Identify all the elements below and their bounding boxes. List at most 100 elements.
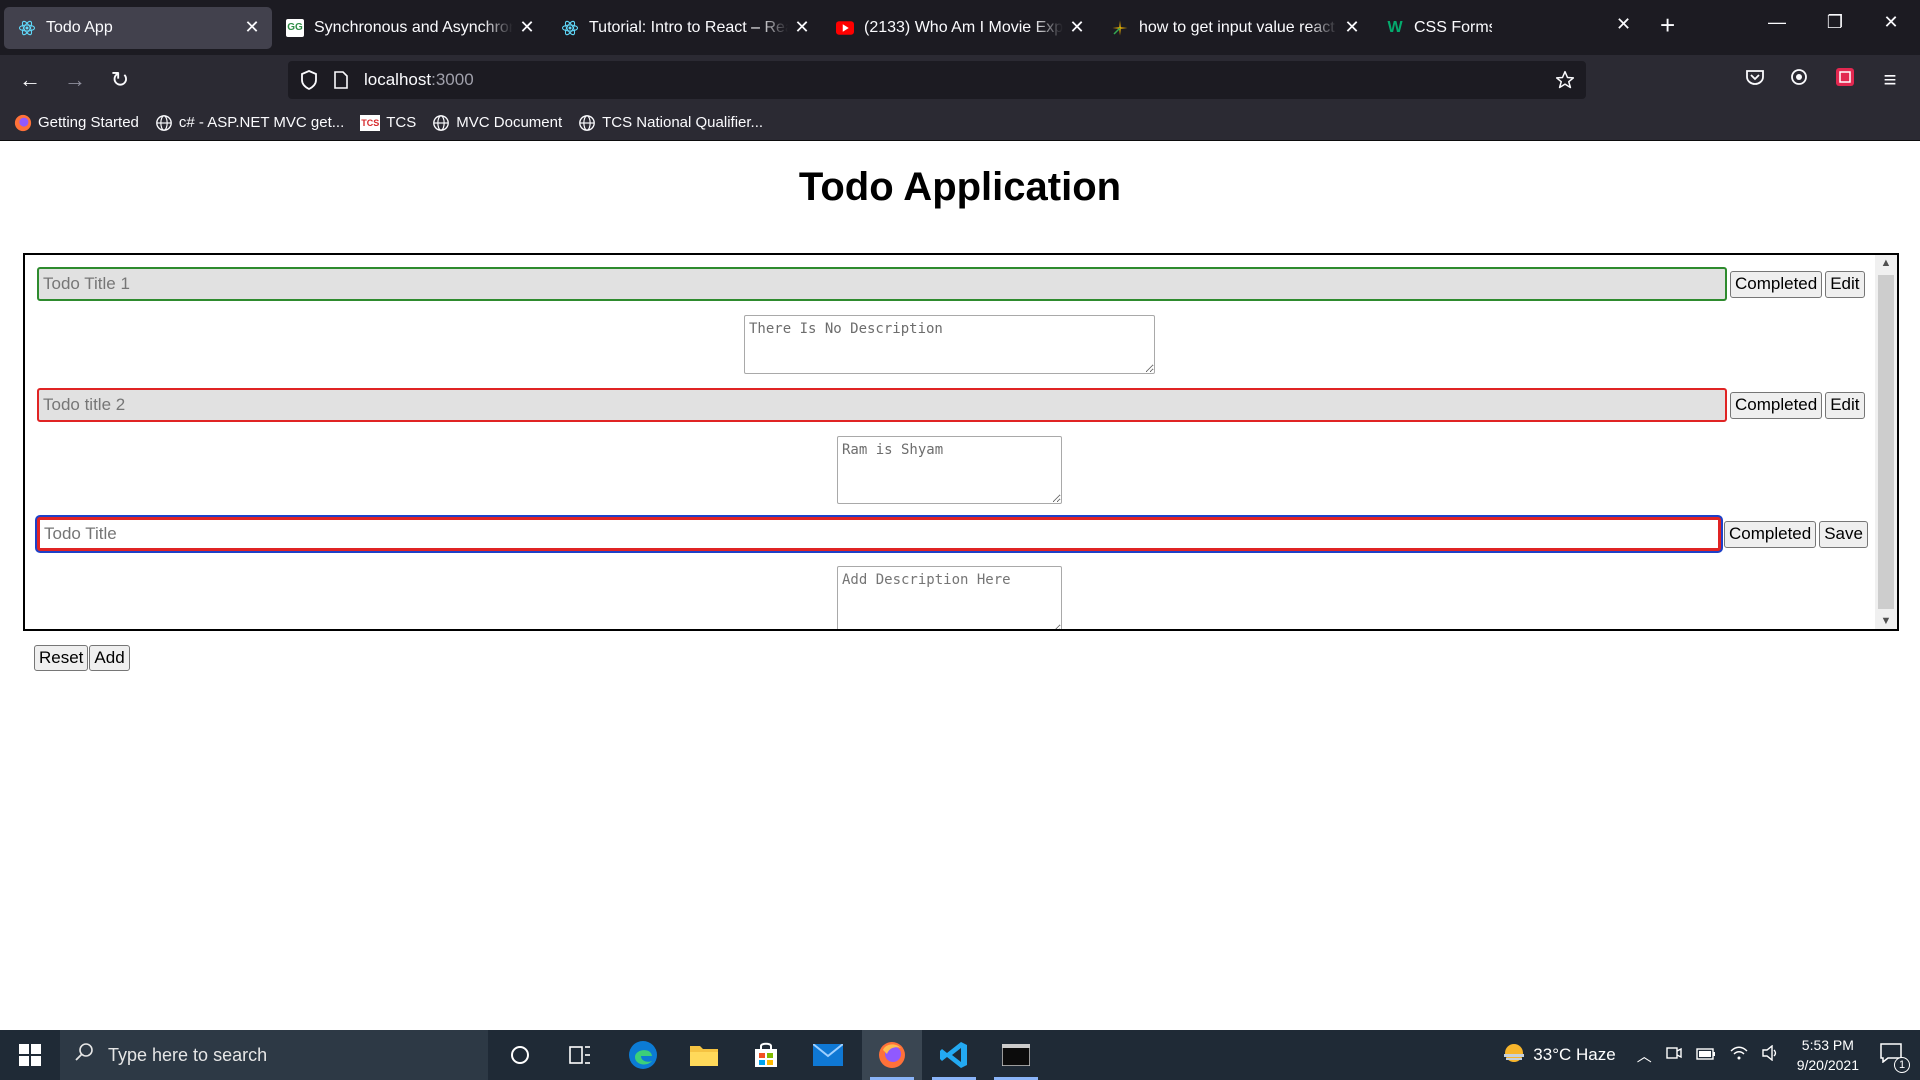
todo-title-input[interactable] bbox=[37, 267, 1727, 301]
tab-synchronous[interactable]: GG Synchronous and Asynchronous ✕ bbox=[272, 7, 547, 49]
firefox-icon bbox=[14, 114, 32, 132]
todo-item: Completed Save bbox=[37, 517, 1868, 551]
todo-list-container: Completed Edit There Is No Description C… bbox=[23, 253, 1899, 631]
windows-icon bbox=[19, 1044, 41, 1066]
edit-button[interactable]: Edit bbox=[1825, 270, 1865, 298]
taskbar-search[interactable]: Type here to search bbox=[60, 1030, 488, 1080]
tab-input-value[interactable]: how to get input value react js ✕ bbox=[1097, 7, 1372, 49]
close-tab-icon[interactable]: ✕ bbox=[792, 17, 812, 38]
edit-button[interactable]: Edit bbox=[1825, 391, 1865, 419]
todo-title-input[interactable] bbox=[37, 388, 1727, 422]
new-tab-icon[interactable]: + bbox=[1660, 10, 1675, 41]
forward-icon[interactable]: → bbox=[60, 65, 90, 95]
scrollbar-thumb[interactable] bbox=[1878, 275, 1894, 609]
url-port: :3000 bbox=[431, 70, 474, 89]
notification-icon[interactable]: 1 bbox=[1880, 1043, 1910, 1073]
save-button[interactable]: Save bbox=[1819, 520, 1868, 548]
close-tab-icon[interactable]: ✕ bbox=[1067, 17, 1087, 38]
sync-icon[interactable] bbox=[1784, 65, 1814, 95]
globe-icon bbox=[578, 114, 596, 132]
todo-description[interactable]: Ram is Shyam bbox=[837, 436, 1062, 504]
tab-bar: Todo App ✕ GG Synchronous and Asynchrono… bbox=[0, 0, 1920, 55]
extension-icon[interactable] bbox=[1830, 65, 1860, 95]
tcs-icon: TCS bbox=[360, 114, 381, 131]
chevron-up-icon[interactable]: ︿ bbox=[1637, 1045, 1652, 1066]
bookmark-star-icon[interactable] bbox=[1554, 69, 1576, 91]
tab-title: Todo App bbox=[46, 18, 113, 36]
vscode-icon[interactable] bbox=[924, 1030, 984, 1080]
todo-description[interactable]: There Is No Description bbox=[744, 315, 1155, 374]
scroll-up-icon[interactable]: ▲ bbox=[1875, 257, 1897, 269]
gfg-icon: GG bbox=[286, 18, 304, 37]
close-tab-icon[interactable]: ✕ bbox=[1342, 17, 1362, 38]
todo-title-input[interactable] bbox=[37, 517, 1721, 551]
close-window-icon[interactable]: ✕ bbox=[1876, 12, 1906, 33]
bookmark-mvc-document[interactable]: MVC Document bbox=[432, 114, 562, 132]
bookmark-aspnet-mvc[interactable]: c# - ASP.NET MVC get... bbox=[155, 114, 344, 132]
clock-time: 5:53 PM bbox=[1801, 1037, 1854, 1053]
wifi-icon[interactable] bbox=[1730, 1045, 1748, 1065]
taskbar: Type here to search 33°C Haze ︿ 5:53 PM … bbox=[0, 1030, 1920, 1080]
tab-todo-app[interactable]: Todo App ✕ bbox=[4, 6, 272, 49]
globe-icon bbox=[155, 114, 173, 132]
completed-button[interactable]: Completed bbox=[1730, 391, 1823, 419]
cortana-icon[interactable] bbox=[490, 1030, 550, 1080]
meet-now-icon[interactable] bbox=[1666, 1045, 1682, 1065]
bookmark-label: TCS National Qualifier... bbox=[602, 114, 764, 131]
scrollbar[interactable]: ▲ ▼ bbox=[1875, 255, 1897, 629]
scroll-down-icon[interactable]: ▼ bbox=[1875, 615, 1897, 627]
url-bar[interactable]: localhost:3000 bbox=[288, 61, 1586, 99]
start-button[interactable] bbox=[0, 1030, 60, 1080]
system-tray: 33°C Haze ︿ 5:53 PM 9/20/2021 1 bbox=[1495, 1030, 1920, 1080]
reload-icon[interactable]: ↻ bbox=[105, 65, 135, 95]
notification-count: 1 bbox=[1894, 1057, 1910, 1073]
clock-date: 9/20/2021 bbox=[1796, 1057, 1859, 1073]
volume-icon[interactable] bbox=[1762, 1044, 1780, 1065]
page-content: Todo Application Completed Edit There Is… bbox=[0, 141, 1920, 1030]
tab-youtube[interactable]: (2133) Who Am I Movie Explained ✕ bbox=[822, 7, 1097, 49]
back-icon[interactable]: ← bbox=[15, 65, 45, 95]
bookmarks-toolbar: Getting Started c# - ASP.NET MVC get... … bbox=[0, 105, 1920, 141]
weather-icon[interactable] bbox=[1502, 1042, 1526, 1068]
url-host: localhost bbox=[364, 70, 432, 89]
tab-title: (2133) Who Am I Movie Explained bbox=[864, 18, 1063, 36]
bookmark-label: Getting Started bbox=[38, 114, 139, 131]
completed-button[interactable]: Completed bbox=[1730, 270, 1823, 298]
bookmark-tcs[interactable]: TCS TCS bbox=[360, 114, 416, 131]
bookmark-label: TCS bbox=[386, 114, 417, 131]
shield-icon[interactable] bbox=[298, 69, 320, 91]
close-tab-icon[interactable]: ✕ bbox=[517, 17, 537, 38]
clock[interactable]: 5:53 PM 9/20/2021 bbox=[1797, 1035, 1859, 1075]
firefox-taskbar-icon[interactable] bbox=[862, 1030, 922, 1080]
add-button[interactable]: Add bbox=[89, 645, 130, 671]
reset-button[interactable]: Reset bbox=[34, 645, 89, 671]
terminal-icon[interactable] bbox=[986, 1030, 1046, 1080]
menu-icon[interactable]: ≡ bbox=[1875, 65, 1905, 95]
minimize-icon[interactable]: — bbox=[1762, 12, 1792, 33]
mail-icon[interactable] bbox=[798, 1030, 858, 1080]
edge-icon[interactable] bbox=[613, 1030, 673, 1080]
todo-item: Completed Edit bbox=[37, 388, 1865, 422]
todo-item: Completed Edit bbox=[37, 267, 1865, 301]
file-explorer-icon[interactable] bbox=[674, 1030, 734, 1080]
weather-text[interactable]: 33°C Haze bbox=[1533, 1045, 1615, 1065]
pocket-icon[interactable] bbox=[1740, 65, 1770, 95]
react-icon bbox=[561, 19, 579, 37]
url-text[interactable]: localhost:3000 bbox=[364, 70, 474, 90]
restore-icon[interactable]: ❐ bbox=[1820, 12, 1850, 33]
footer-buttons: Reset Add bbox=[34, 645, 131, 671]
task-view-icon[interactable] bbox=[550, 1030, 610, 1080]
battery-icon[interactable] bbox=[1696, 1047, 1716, 1064]
bookmark-getting-started[interactable]: Getting Started bbox=[14, 114, 139, 132]
close-tab-icon[interactable]: ✕ bbox=[242, 17, 262, 38]
todo-description[interactable] bbox=[837, 566, 1062, 629]
bookmark-tcs-national[interactable]: TCS National Qualifier... bbox=[578, 114, 763, 132]
close-tab-icon[interactable]: ✕ bbox=[1616, 14, 1631, 35]
store-icon[interactable] bbox=[736, 1030, 796, 1080]
completed-button[interactable]: Completed bbox=[1724, 520, 1817, 548]
tab-css-forms[interactable]: W CSS Forms bbox=[1372, 7, 1502, 49]
react-icon bbox=[18, 19, 36, 37]
search-placeholder: Type here to search bbox=[108, 1044, 268, 1065]
tab-react-tutorial[interactable]: Tutorial: Intro to React – React ✕ bbox=[547, 7, 822, 49]
search-icon bbox=[74, 1042, 94, 1068]
